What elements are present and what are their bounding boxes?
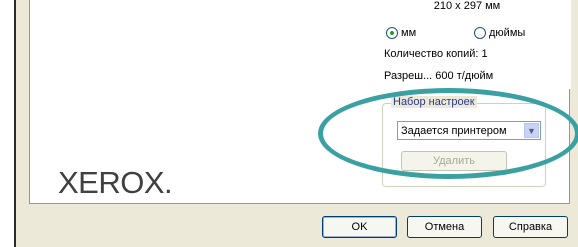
xerox-logo: XEROX. — [58, 165, 173, 200]
resolution-line: Разреш... 600 т/дюйм — [384, 70, 494, 82]
ok-button[interactable]: OK — [322, 216, 397, 238]
preset-selected-value: Задается принтером — [401, 125, 507, 137]
chevron-down-icon[interactable]: ▼ — [524, 123, 539, 138]
delete-preset-button[interactable]: Удалить — [401, 151, 507, 171]
units-inch-option[interactable]: дюймы — [474, 26, 525, 40]
printer-properties-dialog: XEROX. 210 x 297 мм мм дюймы Количество … — [14, 0, 578, 247]
cancel-button[interactable]: Отмена — [407, 216, 482, 238]
copies-count-line: Количество копий: 1 — [384, 48, 488, 60]
paper-size-label: 210 x 297 мм — [433, 0, 501, 12]
preset-group-title: Набор настроек — [391, 96, 477, 108]
paper-info-panel: 210 x 297 мм мм дюймы Количество копий: … — [382, 0, 571, 89]
preset-groupbox: Набор настроек Задается принтером ▼ Удал… — [382, 96, 546, 187]
units-mm-option[interactable]: мм — [386, 26, 416, 40]
print-preview-pane: XEROX. 210 x 297 мм мм дюймы Количество … — [29, 0, 571, 204]
inch-radio[interactable] — [474, 27, 486, 39]
mm-radio[interactable] — [386, 27, 398, 39]
help-button[interactable]: Справка — [493, 216, 568, 238]
inch-radio-label: дюймы — [489, 27, 526, 39]
mm-radio-label: мм — [401, 27, 417, 39]
preset-select[interactable]: Задается принтером ▼ — [397, 121, 541, 140]
